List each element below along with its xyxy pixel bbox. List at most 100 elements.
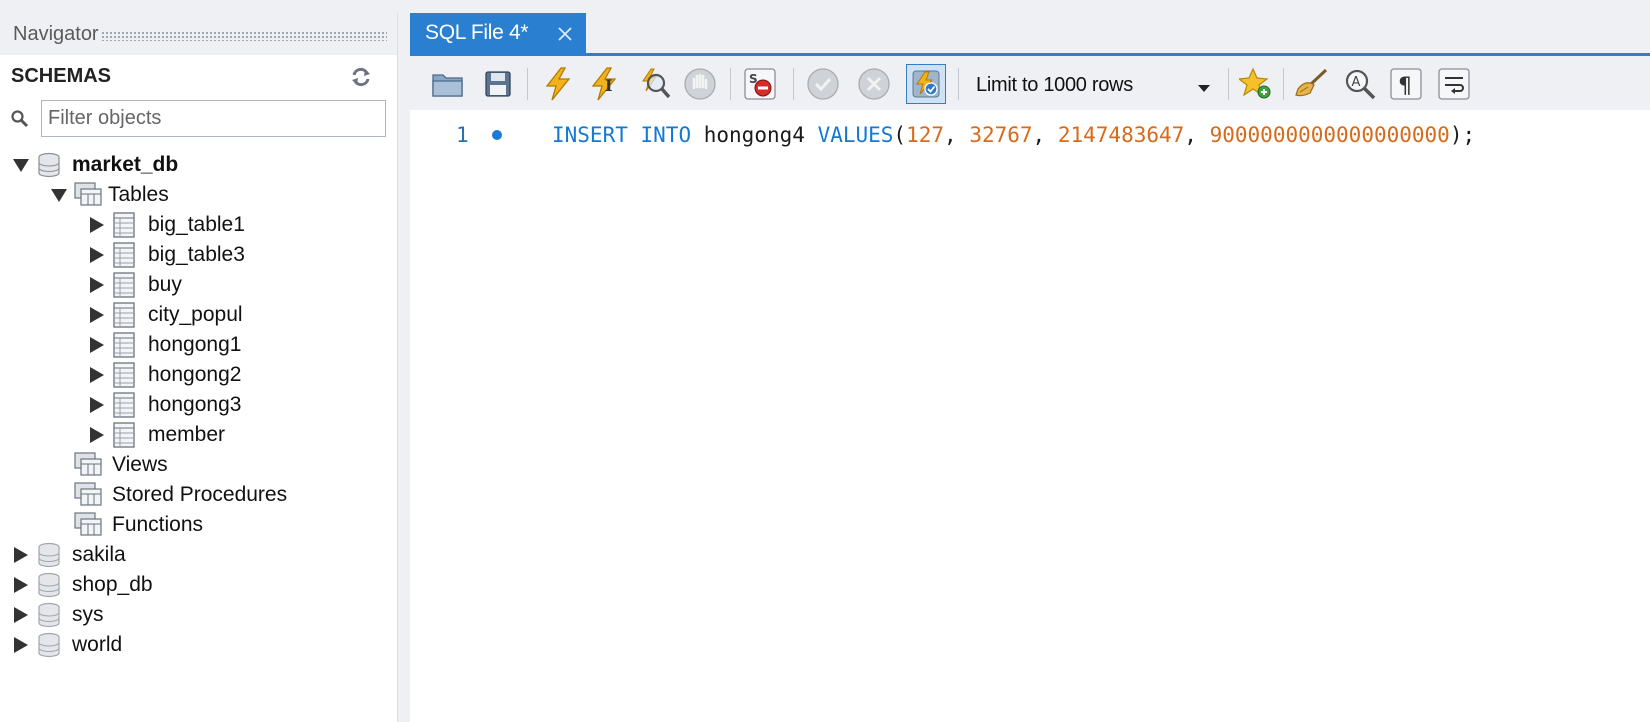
tree-folder-stored-procedures[interactable]: Stored Procedures	[74, 479, 287, 511]
toolbar-separator	[527, 68, 528, 100]
table-name: member	[148, 423, 226, 446]
table-name: hongong3	[148, 393, 242, 416]
tree-table-item[interactable]: hongong3	[88, 389, 241, 421]
statement-marker-dot	[492, 130, 502, 140]
sql-statement[interactable]: INSERT INTO hongong4 VALUES(127, 32767, …	[552, 120, 1475, 150]
sql-keyword: VALUES	[817, 123, 894, 147]
expand-arrow-icon[interactable]	[12, 606, 30, 624]
schemas-label: SCHEMAS	[11, 64, 112, 87]
sql-number: 2147483647	[1057, 123, 1185, 147]
tree-table-item[interactable]: buy	[88, 269, 182, 301]
tree-table-item[interactable]: hongong1	[88, 329, 241, 361]
sql-number: 127	[906, 123, 945, 147]
tree-schema-world[interactable]: world	[12, 629, 122, 661]
table-icon	[112, 422, 138, 448]
expand-arrow-icon[interactable]	[88, 216, 106, 234]
toolbar-separator	[1283, 68, 1284, 100]
expand-arrow-icon[interactable]	[12, 546, 30, 564]
tree-table-item[interactable]: hongong2	[88, 359, 241, 391]
close-icon[interactable]	[556, 25, 574, 43]
schema-name: sakila	[72, 543, 126, 566]
editor-toolbar: I S Limit to 1000 rows A ¶	[410, 56, 1650, 110]
expand-arrow-icon[interactable]	[88, 336, 106, 354]
schema-name: world	[72, 633, 123, 656]
save-icon[interactable]	[480, 66, 516, 102]
table-icon	[112, 242, 138, 268]
table-name: hongong1	[148, 333, 242, 356]
folder-label: Stored Procedures	[112, 483, 288, 506]
tree-schema-sys[interactable]: sys	[12, 599, 104, 631]
table-icon	[112, 212, 138, 238]
navigator-drag-grip[interactable]	[100, 31, 387, 41]
tree-schema-sakila[interactable]: sakila	[12, 539, 126, 571]
procedures-folder-icon	[74, 482, 104, 508]
svg-text:¶: ¶	[1398, 74, 1412, 99]
rollback-x-icon[interactable]	[856, 66, 892, 102]
expand-arrow-icon[interactable]	[12, 576, 30, 594]
toolbar-separator	[730, 68, 731, 100]
tree-table-item[interactable]: city_popul	[88, 299, 243, 331]
collapse-arrow-icon[interactable]	[50, 186, 68, 204]
expand-arrow-icon[interactable]	[88, 396, 106, 414]
tree-table-item[interactable]: big_table3	[88, 239, 245, 271]
toggle-autocommit-icon[interactable]	[906, 64, 946, 104]
execute-lightning-icon[interactable]	[540, 66, 576, 102]
tree-schema-market-db[interactable]: market_db	[12, 149, 178, 181]
window-top-strip	[0, 0, 1650, 13]
table-name: big_table1	[148, 213, 245, 236]
sql-punct: );	[1449, 123, 1476, 147]
toggle-stop-on-error-icon[interactable]: S	[742, 66, 778, 102]
tab-sql-file-4[interactable]: SQL File 4*	[410, 13, 586, 53]
toggle-invisible-chars-icon[interactable]: ¶	[1388, 66, 1424, 102]
chevron-down-icon[interactable]	[1198, 80, 1210, 98]
sql-keyword: INTO	[640, 123, 692, 147]
schema-name: shop_db	[72, 573, 153, 596]
table-name: hongong2	[148, 363, 242, 386]
database-icon	[36, 152, 62, 178]
commit-check-icon[interactable]	[805, 66, 841, 102]
filter-objects-input[interactable]	[41, 100, 386, 137]
database-icon	[36, 572, 62, 598]
sql-number: 9000000000000000000	[1209, 123, 1450, 147]
sql-keyword: INSERT	[552, 123, 628, 147]
collapse-arrow-icon[interactable]	[12, 156, 30, 174]
expand-arrow-icon[interactable]	[88, 246, 106, 264]
expand-arrow-icon[interactable]	[88, 306, 106, 324]
sql-punct: ,	[944, 123, 957, 147]
tree-table-item[interactable]: big_table1	[88, 209, 245, 241]
code-line[interactable]: 1 INSERT INTO hongong4 VALUES(127, 32767…	[410, 120, 1650, 150]
table-icon	[112, 302, 138, 328]
expand-arrow-icon[interactable]	[88, 426, 106, 444]
refresh-icon[interactable]	[350, 66, 372, 88]
word-wrap-icon[interactable]	[1436, 66, 1472, 102]
sql-punct: ,	[1032, 123, 1046, 147]
tree-folder-tables[interactable]: Tables	[50, 179, 169, 211]
stop-hand-icon[interactable]	[682, 66, 718, 102]
editor-tab-bar: SQL File 4*	[410, 13, 1650, 53]
tree-table-item[interactable]: member	[88, 419, 225, 451]
add-snippet-star-icon[interactable]	[1238, 66, 1274, 102]
toolbar-separator	[793, 68, 794, 100]
folder-label: Views	[112, 453, 168, 476]
sql-editor[interactable]: 1 INSERT INTO hongong4 VALUES(127, 32767…	[410, 110, 1650, 722]
sql-table-name: hongong4	[703, 123, 805, 147]
tree-folder-views[interactable]: Views	[74, 449, 168, 481]
tree-schema-shop-db[interactable]: shop_db	[12, 569, 153, 601]
navigator-title: Navigator	[13, 22, 99, 45]
expand-arrow-icon[interactable]	[88, 276, 106, 294]
expand-arrow-icon[interactable]	[88, 366, 106, 384]
explain-magnifier-icon[interactable]	[636, 66, 672, 102]
database-icon	[36, 632, 62, 658]
sql-number: 32767	[969, 123, 1033, 147]
execute-current-statement-icon[interactable]: I	[588, 66, 624, 102]
tables-folder-icon	[74, 182, 102, 208]
find-replace-icon[interactable]: A	[1342, 66, 1378, 102]
limit-rows-select[interactable]: Limit to 1000 rows	[968, 66, 1218, 104]
beautify-broom-icon[interactable]	[1294, 66, 1330, 102]
database-icon	[36, 602, 62, 628]
sql-punct: ,	[1184, 123, 1197, 147]
tree-folder-functions[interactable]: Functions	[74, 509, 203, 541]
table-name: big_table3	[148, 243, 245, 266]
open-folder-icon[interactable]	[430, 66, 466, 102]
expand-arrow-icon[interactable]	[12, 636, 30, 654]
